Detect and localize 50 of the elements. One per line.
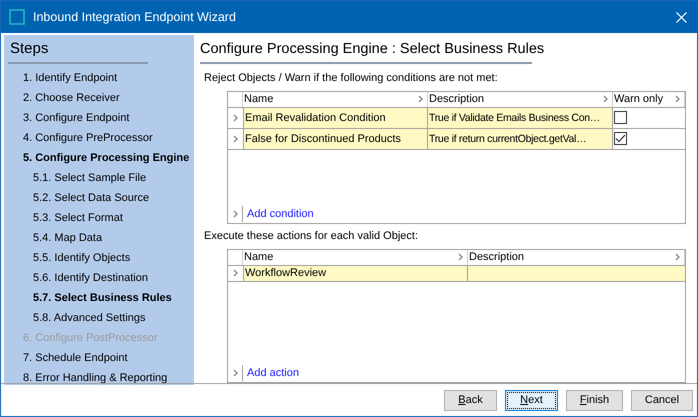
- step-item[interactable]: 3. Configure Endpoint: [4, 108, 130, 128]
- step-item[interactable]: 5.6. Identify Destination: [4, 268, 148, 288]
- table-cell: WorkflowReview: [243, 266, 468, 281]
- column-header[interactable]: Name: [243, 250, 468, 265]
- step-item[interactable]: 5.1. Select Sample File: [4, 168, 146, 188]
- column-header[interactable]: Description: [468, 250, 685, 265]
- add-row-icon: [232, 210, 238, 218]
- row-expand-icon: [233, 134, 238, 143]
- sort-chevron-icon: [418, 95, 423, 104]
- steps-title: Steps: [9, 39, 50, 59]
- warn-only-checkbox[interactable]: [614, 132, 627, 146]
- step-item[interactable]: 5. Configure Processing Engine: [4, 148, 190, 168]
- step-item[interactable]: 5.5. Identify Objects: [4, 248, 130, 268]
- step-item[interactable]: 4. Configure PreProcessor: [4, 128, 153, 148]
- page-title: Configure Processing Engine : Select Business Rules: [200, 40, 546, 59]
- dialog-button[interactable]: Back: [444, 390, 497, 410]
- add-action-link[interactable]: Add action: [243, 364, 299, 382]
- step-item[interactable]: 5.7. Select Business Rules: [4, 288, 172, 308]
- column-header[interactable]: Warn only: [613, 92, 685, 107]
- dialog-button[interactable]: Finish: [566, 390, 623, 410]
- step-item[interactable]: 2. Choose Receiver: [4, 88, 120, 108]
- step-item[interactable]: 8. Error Handling & Reporting: [4, 368, 168, 388]
- step-item[interactable]: 5.4. Map Data: [4, 228, 102, 248]
- step-item[interactable]: 7. Schedule Endpoint: [4, 348, 128, 368]
- sort-chevron-icon: [458, 253, 463, 262]
- column-header[interactable]: Name: [243, 92, 428, 107]
- dialog-button[interactable]: Next: [505, 390, 558, 410]
- section-caption: Reject Objects / Warn if the following conditions are not met:: [203, 70, 499, 86]
- dialog-button[interactable]: Cancel: [631, 390, 693, 410]
- sort-chevron-icon: [675, 95, 680, 104]
- sort-chevron-icon: [603, 95, 608, 104]
- add-condition-link[interactable]: Add condition: [243, 206, 314, 222]
- sort-chevron-icon: [675, 253, 680, 262]
- warn-only-checkbox[interactable]: [614, 111, 627, 124]
- section-caption: Execute these actions for each valid Object:: [203, 228, 420, 244]
- step-item[interactable]: 5.8. Advanced Settings: [4, 308, 146, 328]
- column-header[interactable]: Description: [428, 92, 613, 107]
- table-cell: True if return currentObject.getVal…: [428, 128, 613, 149]
- close-icon[interactable]: [676, 12, 687, 22]
- step-item[interactable]: 1. Identify Endpoint: [4, 68, 118, 88]
- row-expand-icon: [233, 114, 238, 122]
- table-cell: Email Revalidation Condition: [243, 108, 428, 128]
- row-expand-icon: [233, 269, 238, 278]
- table-cell: True if Validate Emails Business Con…: [428, 108, 613, 128]
- table-cell: False for Discontinued Products: [243, 128, 428, 149]
- add-row-icon: [232, 369, 238, 377]
- step-item[interactable]: 5.3. Select Format: [4, 208, 123, 228]
- step-item[interactable]: 5.2. Select Data Source: [4, 188, 150, 208]
- window-icon: [9, 9, 25, 25]
- window-title: Inbound Integration Endpoint Wizard: [33, 8, 237, 26]
